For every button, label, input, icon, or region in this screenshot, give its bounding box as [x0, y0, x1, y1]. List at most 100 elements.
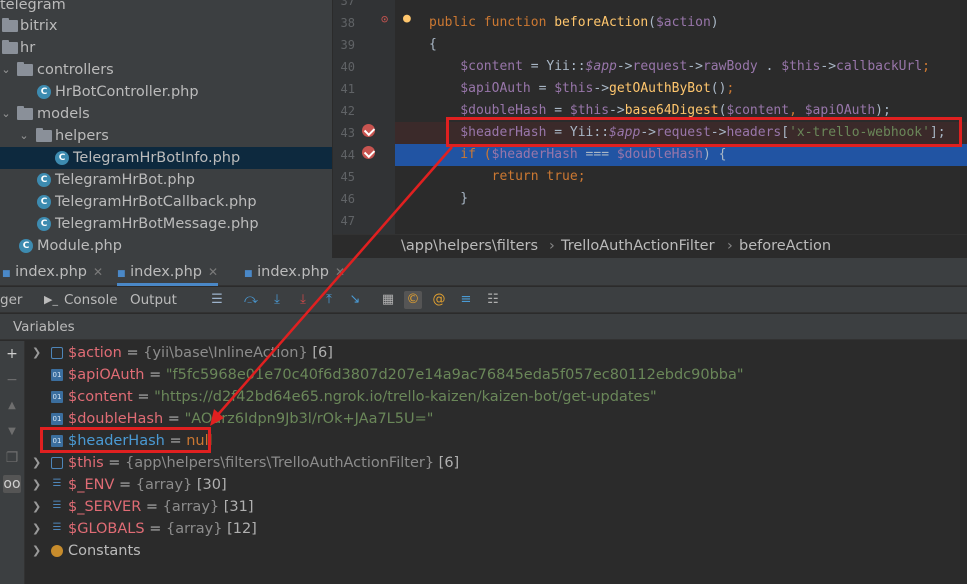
- chevron-right-icon[interactable]: ❯: [32, 342, 41, 364]
- class-icon: C: [55, 151, 69, 165]
- add-icon[interactable]: +: [3, 345, 21, 363]
- code-line[interactable]: $content = Yii::$app->request->rawBody .…: [395, 56, 967, 78]
- folder-icon: [2, 18, 18, 32]
- code-token: ,: [789, 103, 805, 118]
- project-tree[interactable]: ▾ telegram bitrix hr ⌄ controllers C HrB…: [0, 0, 332, 258]
- tab-index-php-1[interactable]: ■ index.php ✕: [2, 258, 103, 286]
- glasses-icon[interactable]: oo: [3, 475, 21, 493]
- code-token: =: [546, 103, 570, 118]
- breadcrumb-namespace[interactable]: \app\helpers\filters: [401, 235, 538, 258]
- tab-debugger[interactable]: ger: [0, 287, 22, 313]
- tab-output[interactable]: Output: [130, 287, 177, 313]
- code-token: ->: [616, 59, 633, 74]
- watch-icon[interactable]: @: [430, 291, 448, 309]
- line-number: 37: [340, 0, 355, 8]
- tree-item-hr[interactable]: hr: [0, 37, 332, 59]
- code-token: public function: [429, 15, 555, 30]
- calculator-icon[interactable]: ▦: [379, 291, 397, 309]
- ordered-list-icon[interactable]: ≡: [457, 291, 475, 309]
- chevron-right-icon[interactable]: ❯: [32, 452, 41, 474]
- code-token: }: [429, 191, 469, 206]
- remove-icon[interactable]: −: [3, 371, 21, 389]
- string-icon: 01: [51, 391, 63, 403]
- move-up-icon[interactable]: ▲: [3, 397, 21, 415]
- chevron-right-icon[interactable]: ❯: [32, 518, 41, 540]
- override-icon[interactable]: ⊙: [381, 12, 388, 26]
- chevron-down-icon[interactable]: ⌄: [19, 125, 29, 147]
- constants-toggle-icon[interactable]: ©: [404, 291, 422, 309]
- list-icon[interactable]: ☰: [208, 291, 226, 309]
- tree-item-hrbotcontroller[interactable]: C HrBotController.php: [0, 81, 332, 103]
- force-step-into-icon[interactable]: ⤓: [294, 291, 312, 309]
- add-watch-icon[interactable]: ☷: [484, 291, 502, 309]
- line-number: 43: [340, 126, 355, 140]
- code-token: if (: [429, 147, 492, 162]
- array-icon: ☰: [52, 522, 62, 533]
- annotation-box-variable: [40, 427, 211, 453]
- debugger-toolbar: ger ▶_ Console Output ☰ ⤼ ⤓ ⤓ ⤒ ↘ ▦ © @ …: [0, 287, 967, 313]
- code-token: $this: [569, 103, 610, 118]
- copy-icon[interactable]: ❐: [3, 449, 21, 467]
- variables-list[interactable]: ❯ $action = {yii\base\InlineAction} [6] …: [26, 341, 967, 584]
- class-icon: C: [37, 217, 51, 231]
- code-line[interactable]: [395, 210, 967, 232]
- line-number: 39: [340, 38, 355, 52]
- chevron-right-icon[interactable]: ❯: [32, 496, 41, 518]
- chevron-down-icon[interactable]: ⌄: [1, 59, 11, 81]
- chevron-right-icon[interactable]: ❯: [32, 474, 41, 496]
- constants-icon: [51, 545, 63, 557]
- tree-item-module[interactable]: C Module.php: [0, 235, 332, 257]
- code-line[interactable]: [395, 0, 967, 12]
- code-token: $content: [726, 103, 790, 118]
- code-token: $apiOAuth: [429, 81, 531, 96]
- code-token: ===: [577, 147, 617, 162]
- editor-gutter[interactable]: 37 38 39 40 41 42 43 44 45 46 47: [333, 0, 395, 234]
- step-into-icon[interactable]: ⤓: [268, 291, 286, 309]
- tab-index-php-2[interactable]: ■ index.php ✕: [117, 258, 219, 286]
- code-token: getOAuthByBot: [609, 81, 711, 96]
- tree-item-telegramhrbotmessage[interactable]: C TelegramHrBotMessage.php: [0, 213, 332, 235]
- tree-item-telegramhrbot[interactable]: C TelegramHrBot.php: [0, 169, 332, 191]
- close-icon[interactable]: ✕: [208, 265, 218, 279]
- php-file-icon: ■: [117, 269, 126, 279]
- code-token: base64Digest: [624, 103, 719, 118]
- step-over-icon[interactable]: ⤼: [242, 291, 260, 309]
- tree-item-models[interactable]: ⌄ models: [0, 103, 332, 125]
- chevron-right-icon[interactable]: ❯: [32, 540, 41, 562]
- code-token: $this: [554, 81, 594, 96]
- tree-item-helpers[interactable]: ⌄ helpers: [0, 125, 332, 147]
- code-line[interactable]: $apiOAuth = $this->getOAuthByBot();: [395, 78, 967, 100]
- breadcrumb: \app\helpers\filters › TrelloAuthActionF…: [333, 234, 967, 258]
- folder-icon: [36, 128, 52, 142]
- object-icon: [51, 347, 63, 359]
- breakpoint-icon[interactable]: [362, 146, 375, 159]
- tree-item-bitrix[interactable]: bitrix: [0, 15, 332, 37]
- tree-item-telegramhrbotcallback[interactable]: C TelegramHrBotCallback.php: [0, 191, 332, 213]
- breadcrumb-method[interactable]: beforeAction: [739, 235, 831, 258]
- code-token: $app: [585, 59, 617, 74]
- code-line[interactable]: if ($headerHash === $doubleHash) {: [395, 144, 967, 166]
- close-icon[interactable]: ✕: [335, 265, 345, 279]
- lightbulb-icon[interactable]: ●: [403, 11, 411, 26]
- tree-item-telegram[interactable]: ▾ telegram: [0, 0, 332, 16]
- close-icon[interactable]: ✕: [93, 265, 103, 279]
- breakpoint-icon[interactable]: [362, 124, 375, 137]
- move-down-icon[interactable]: ▼: [3, 423, 21, 441]
- array-icon: ☰: [52, 500, 62, 511]
- code-token: request: [632, 59, 688, 74]
- run-to-cursor-icon[interactable]: ↘: [346, 291, 364, 309]
- tree-item-telegramhrbotinfo[interactable]: C TelegramHrBotInfo.php: [0, 147, 332, 169]
- tree-item-controllers[interactable]: ⌄ controllers: [0, 59, 332, 81]
- chevron-down-icon[interactable]: ⌄: [1, 103, 11, 125]
- console-icon: ▶_: [44, 293, 58, 306]
- code-token: $this: [781, 59, 821, 74]
- step-out-icon[interactable]: ⤒: [320, 291, 338, 309]
- code-line[interactable]: }: [395, 188, 967, 210]
- code-line[interactable]: return true;: [395, 166, 967, 188]
- class-icon: C: [19, 239, 33, 253]
- code-line[interactable]: {: [395, 34, 967, 56]
- tab-console[interactable]: Console: [64, 287, 118, 313]
- tab-index-php-3[interactable]: ■ index.php ✕: [244, 258, 345, 286]
- breadcrumb-class[interactable]: TrelloAuthActionFilter: [561, 235, 715, 258]
- code-line[interactable]: public function beforeAction($action): [395, 12, 967, 34]
